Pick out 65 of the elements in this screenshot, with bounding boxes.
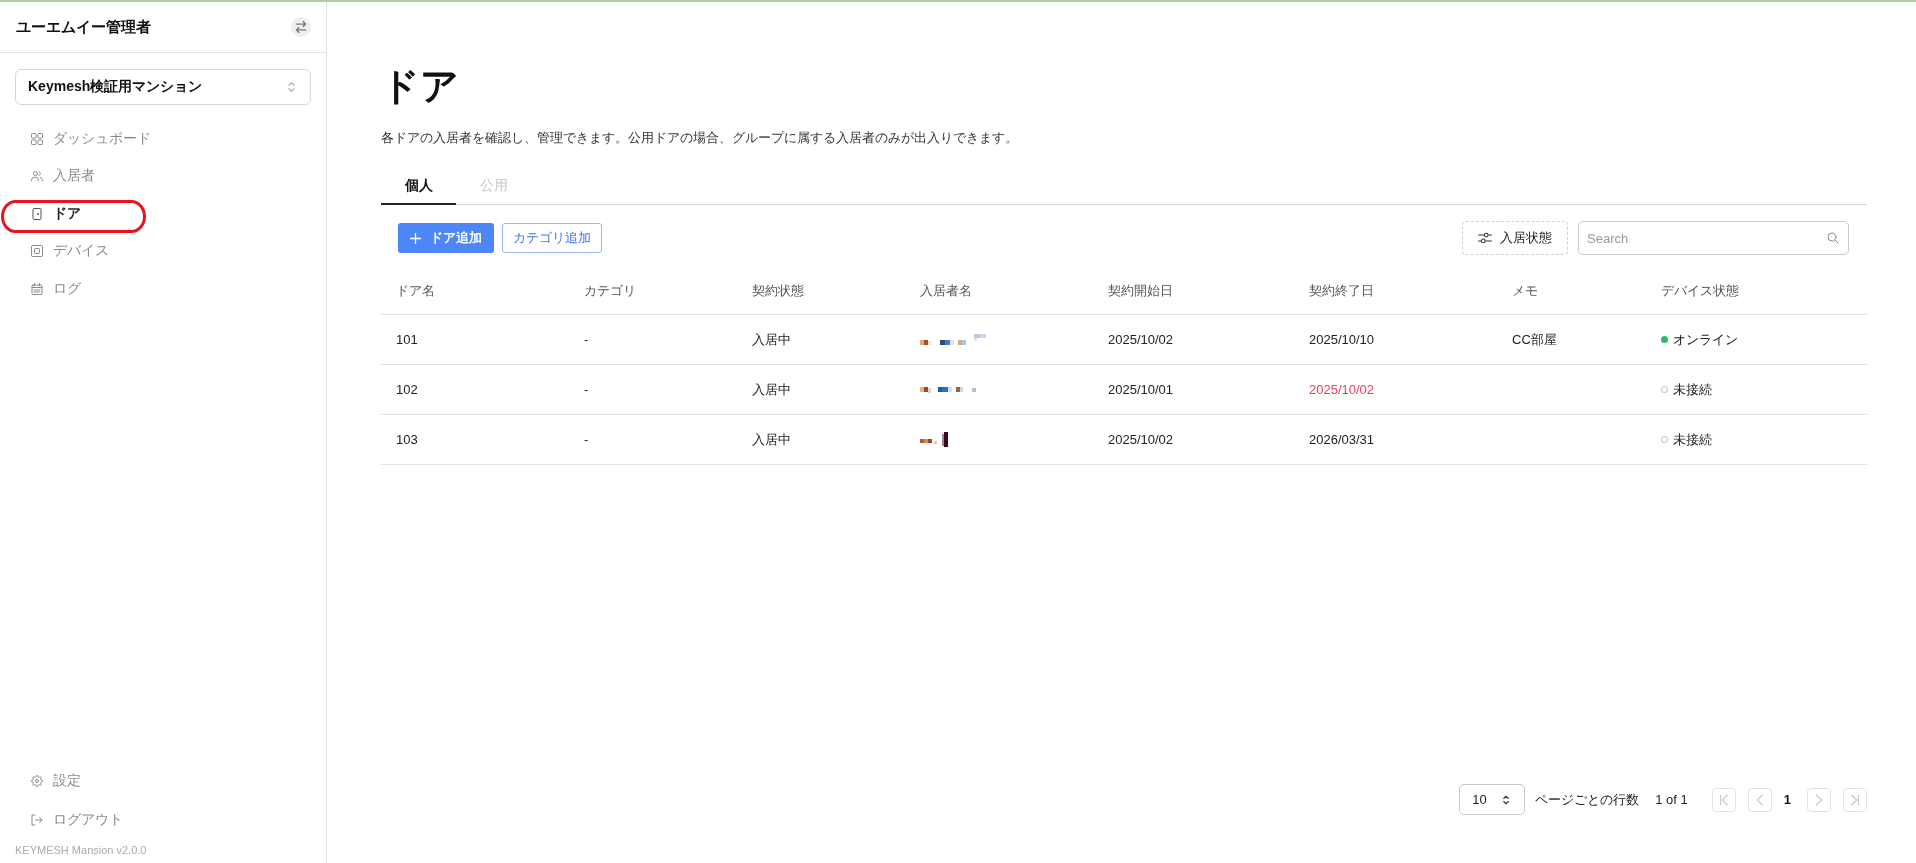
table-cell-text: - [583, 381, 590, 399]
page-info: 1 of 1 [1655, 792, 1688, 807]
column-header: メモ [1511, 282, 1539, 300]
admin-title: ユーエムイー管理者 [16, 17, 151, 37]
sidebar-item[interactable]: 設定 [15, 761, 311, 800]
device-status-text: 未接続 [1673, 430, 1712, 449]
column-header: デバイス状態 [1660, 282, 1740, 300]
first-page-icon [1718, 793, 1729, 806]
sliders-icon [1478, 232, 1492, 244]
column-header: カテゴリ [583, 282, 637, 300]
page-description: 各ドアの入居者を確認し、管理できます。公用ドアの場合、グループに属する入居者のみが出入りできます。 [381, 129, 1018, 147]
table-cell-text: 2025/10/02 [1107, 431, 1175, 449]
version-text: KEYMESH Mansion v2.0.0 [15, 843, 148, 857]
settings-icon [31, 774, 43, 787]
plus-icon [410, 232, 421, 244]
table-cell-text: 2026/03/31 [1308, 431, 1376, 449]
column-header: ドア名 [395, 282, 436, 300]
table-cell-text: - [583, 331, 590, 349]
grid-icon [31, 132, 43, 145]
rows-per-page-select[interactable]: 10 [1459, 784, 1526, 815]
property-select[interactable]: Keymesh検証用マンション [15, 69, 311, 105]
sidebar-item[interactable]: デバイス [15, 232, 311, 270]
device-icon [31, 245, 43, 258]
table-cell-text: 102 [395, 381, 419, 399]
table-cell-text: 入居中 [751, 380, 792, 399]
occupancy-filter-button[interactable]: 入居状態 [1462, 221, 1568, 255]
sidebar-item[interactable]: ドア [15, 195, 311, 233]
sidebar-item[interactable]: ログアウト [15, 800, 311, 839]
last-page-icon [1850, 793, 1860, 806]
device-status-text: 未接続 [1673, 380, 1712, 399]
table-cell-text: 入居中 [751, 330, 792, 349]
search-field[interactable]: Search [1578, 221, 1849, 255]
column-header: 契約終了日 [1308, 282, 1375, 300]
chevron-left-icon [1754, 793, 1765, 806]
table-cell-text: - [583, 431, 590, 449]
table-cell-text: CC部屋 [1511, 330, 1558, 349]
chevron-right-icon [1814, 793, 1824, 806]
door-icon [31, 207, 43, 220]
table-cell-text: 2025/10/02 [1107, 331, 1175, 349]
table-cell-text: 101 [395, 331, 419, 349]
tab[interactable]: 個人 [381, 168, 456, 205]
chevron-updown-icon [1502, 793, 1511, 806]
chevron-updown-icon [287, 80, 296, 94]
table-cell-text: 2025/10/01 [1107, 381, 1175, 399]
column-header: 契約状態 [751, 282, 805, 300]
swap-icon[interactable] [291, 17, 311, 37]
sidebar-item[interactable]: ダッシュボード [15, 120, 311, 158]
table-cell-text: 103 [395, 431, 419, 449]
rows-per-page-label: ページごとの行数 [1535, 790, 1640, 809]
page-title: ドア [381, 64, 459, 109]
table-cell-text: 2025/10/10 [1308, 331, 1376, 349]
column-header: 契約開始日 [1107, 282, 1174, 300]
search-icon [1827, 232, 1839, 244]
column-header: 入居者名 [919, 282, 973, 300]
table-cell-text: 入居中 [751, 430, 792, 449]
calendar-icon [31, 282, 43, 295]
sidebar-item[interactable]: ログ [15, 270, 311, 308]
logout-icon [31, 813, 43, 826]
users-icon [31, 170, 43, 183]
current-page-button[interactable]: 1 [1779, 792, 1795, 807]
add-door-button[interactable]: ドア追加 [398, 223, 494, 253]
table-cell-text: 2025/10/02 [1308, 381, 1376, 399]
add-category-button[interactable]: カテゴリ追加 [502, 223, 602, 253]
sidebar-item[interactable]: 入居者 [15, 157, 311, 195]
device-status-text: オンライン [1673, 330, 1738, 349]
